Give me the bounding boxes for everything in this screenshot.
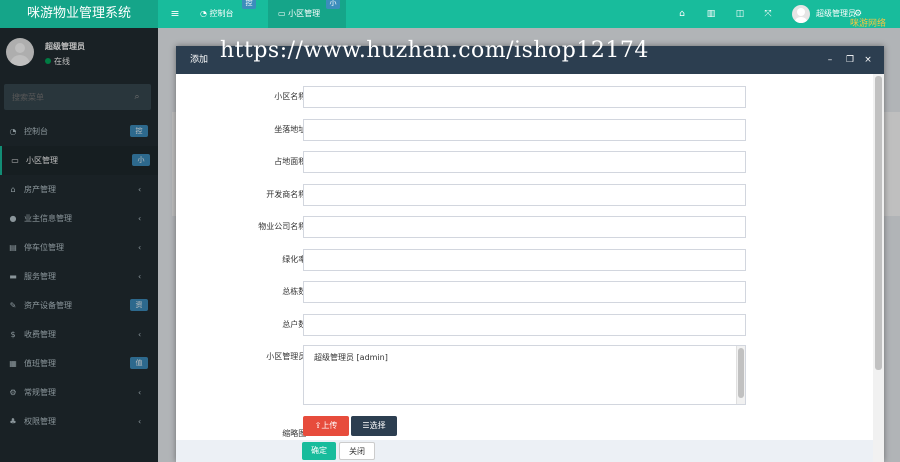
user-avatar[interactable]	[792, 5, 810, 23]
building-count-label: 总栋数:	[282, 287, 309, 296]
form-row: 物业公司名称:	[176, 215, 884, 239]
address-input[interactable]	[303, 119, 746, 141]
tab-dashboard-label: 控制台	[209, 9, 234, 18]
dashboard-icon: ◔	[200, 9, 207, 18]
manager-select[interactable]: 超级管理员 [admin]	[303, 345, 746, 405]
building-count-input[interactable]	[303, 281, 746, 303]
developer-label: 开发商名称:	[266, 190, 309, 199]
fullscreen-icon[interactable]: ⤧	[762, 8, 774, 20]
tab-dashboard[interactable]: ◔ 控制台 控	[190, 0, 266, 28]
dialog-body: 小区名称: 坐落地址: 占地面积: 开发商名称: 物业公司名称: 绿化率: 总栋…	[176, 74, 884, 462]
url-watermark: https://www.huzhan.com/ishop12174	[220, 38, 649, 63]
manager-option[interactable]: 超级管理员 [admin]	[314, 353, 388, 362]
choose-button[interactable]: ☰选择	[351, 416, 397, 436]
green-rate-label: 绿化率:	[282, 255, 309, 264]
community-icon: ▭	[278, 9, 286, 18]
form-row: 开发商名称:	[176, 183, 884, 207]
tab-dashboard-badge: 控	[242, 0, 256, 9]
property-company-label: 物业公司名称:	[258, 222, 309, 231]
trash-icon[interactable]: ▥	[705, 8, 717, 20]
form-row: 小区名称:	[176, 85, 884, 109]
form-row: 总户数:	[176, 313, 884, 337]
manager-scrollbar[interactable]	[736, 346, 745, 404]
confirm-button[interactable]: 确定	[302, 442, 336, 460]
community-name-label: 小区名称:	[274, 92, 309, 101]
form-row: 小区管理员: 超级管理员 [admin]	[176, 345, 884, 407]
area-input[interactable]	[303, 151, 746, 173]
maximize-icon[interactable]: ❐	[844, 54, 856, 66]
close-icon[interactable]: ×	[862, 54, 874, 66]
close-button[interactable]: 关闭	[339, 442, 375, 460]
language-icon[interactable]: ◫	[734, 8, 746, 20]
form-row: 坐落地址:	[176, 118, 884, 142]
green-rate-input[interactable]	[303, 249, 746, 271]
list-icon: ☰	[362, 421, 370, 430]
dialog-footer: 确定 关闭	[176, 440, 873, 462]
household-count-input[interactable]	[303, 314, 746, 336]
property-company-input[interactable]	[303, 216, 746, 238]
area-label: 占地面积:	[274, 157, 309, 166]
upload-button[interactable]: ⇪上传	[303, 416, 349, 436]
home-icon[interactable]: ⌂	[676, 8, 688, 20]
dialog-scrollbar[interactable]	[873, 74, 884, 462]
developer-input[interactable]	[303, 184, 746, 206]
tab-community-badge: 小	[326, 0, 340, 9]
add-dialog: 添加 – ❐ × 小区名称: 坐落地址: 占地面积: 开发商名称: 物业公司名称…	[176, 46, 884, 462]
form-row: 占地面积:	[176, 150, 884, 174]
choose-label: 选择	[369, 421, 386, 430]
upload-label: 上传	[321, 421, 338, 430]
community-name-input[interactable]	[303, 86, 746, 108]
app-logo[interactable]: 咪游物业管理系统	[0, 0, 158, 28]
address-label: 坐落地址:	[274, 125, 309, 134]
top-navbar: 咪游物业管理系统 ≡ ◔ 控制台 控 ▭ 小区管理 小 ⌂ ▥ ◫ ⤧ 超级管理…	[0, 0, 900, 29]
form-row: 绿化率:	[176, 248, 884, 272]
sidebar-toggle-icon[interactable]: ≡	[168, 0, 182, 28]
household-count-label: 总户数:	[282, 320, 309, 329]
dialog-title: 添加	[190, 55, 209, 65]
form-row: 缩略图: ⇪上传 ☰选择	[176, 416, 884, 440]
manager-label: 小区管理员:	[266, 352, 309, 361]
tab-community[interactable]: ▭ 小区管理 小	[268, 0, 346, 28]
tab-community-label: 小区管理	[288, 9, 321, 18]
minimize-icon[interactable]: –	[824, 54, 836, 66]
form-row: 总栋数:	[176, 280, 884, 304]
